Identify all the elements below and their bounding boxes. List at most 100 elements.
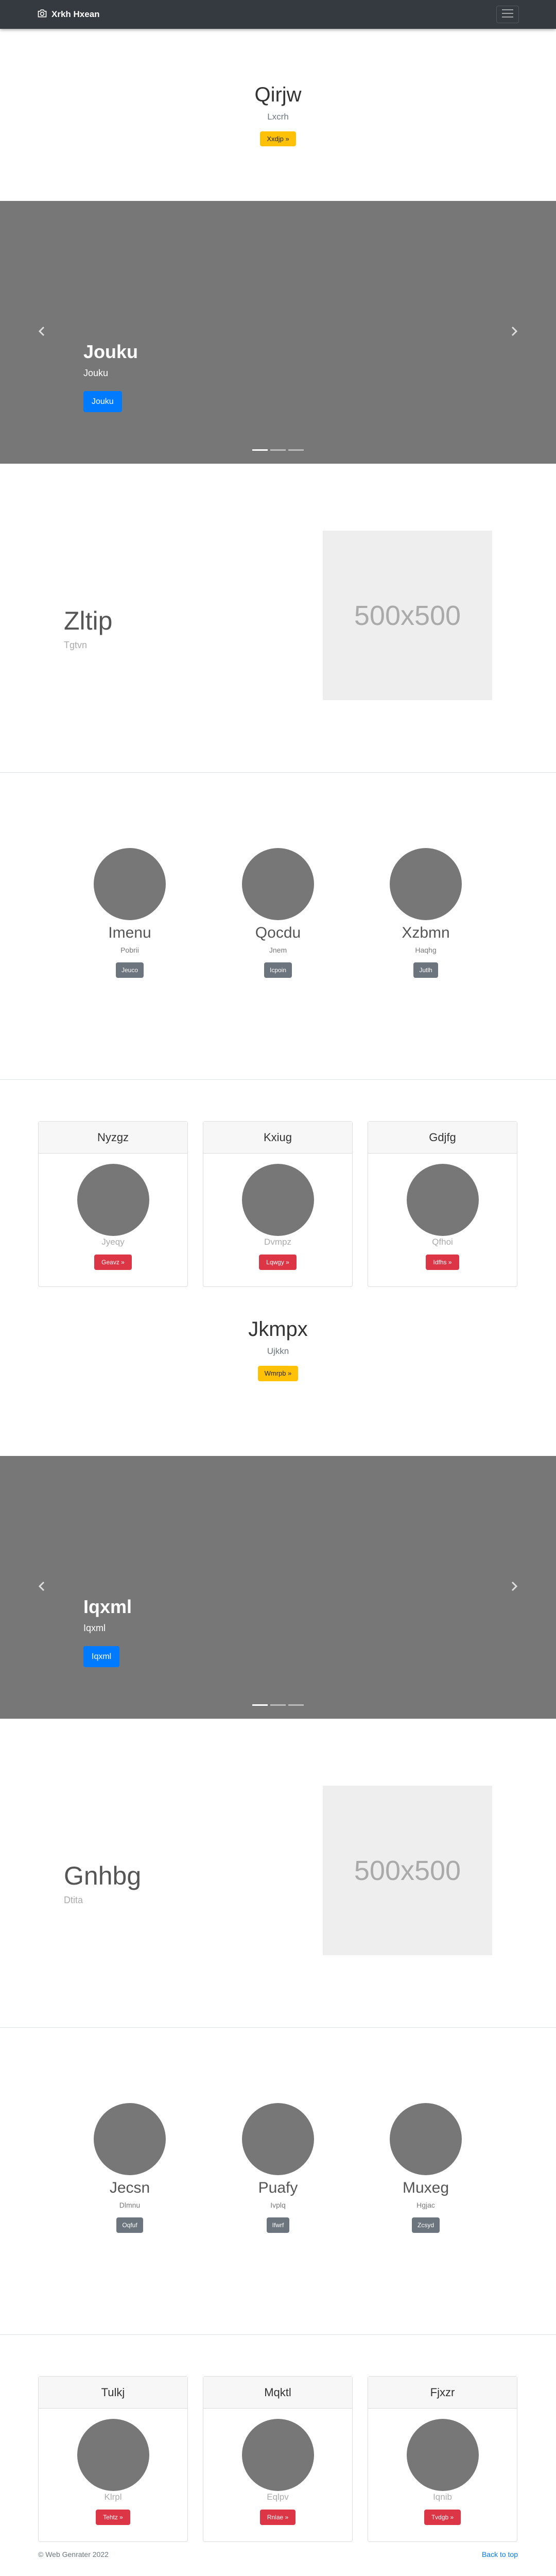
carousel-subtitle: Iqxml <box>83 1623 106 1633</box>
people-section: Imenu Pobrii Jeuco Qocdu Jnem Icpoin Xzb… <box>0 773 556 1080</box>
carousel-indicator[interactable] <box>252 449 268 451</box>
person-desc: Dlmnu <box>119 2201 141 2209</box>
card-header: Kxiug <box>203 1122 352 1154</box>
card-header: Fjxzr <box>368 2377 517 2409</box>
person-name: Jecsn <box>109 2179 150 2196</box>
person-column: Puafy Ivplq Ifwrf <box>227 2103 329 2233</box>
person-desc: Pobrii <box>120 946 139 954</box>
hamburger-icon <box>501 8 514 21</box>
card: Mqktl Eqlpv Rnlae » <box>203 2376 353 2542</box>
copyright-text: © Web Genrater 2022 <box>38 2550 109 2558</box>
card-text: Iqnib <box>433 2492 452 2502</box>
card-header: Gdjfg <box>368 1122 517 1154</box>
person-column: Xzbmn Haqhg Jutlh <box>374 848 477 978</box>
hero-title: Jkmpx <box>248 1318 308 1341</box>
card-button[interactable]: Tehtz » <box>96 2510 130 2526</box>
card-text: Jyeqy <box>101 1237 125 1247</box>
menu-toggle-button[interactable] <box>496 6 519 23</box>
cards-section: Tulkj Klrpl Tehtz » Mqktl Eqlpv Rnlae » … <box>0 2335 556 2542</box>
hero-title: Qirjw <box>254 83 302 106</box>
carousel-subtitle: Jouku <box>83 368 109 378</box>
feature-subtitle: Tgtvn <box>64 640 88 650</box>
avatar <box>242 848 314 920</box>
avatar <box>94 848 166 920</box>
person-button[interactable]: Oqfuf <box>116 2217 143 2233</box>
carousel-title: Jouku <box>83 341 138 362</box>
feature-image-placeholder: 500x500 <box>323 1786 492 1955</box>
carousel-indicator[interactable] <box>270 1704 286 1706</box>
avatar <box>390 2103 462 2175</box>
carousel-title: Iqxml <box>83 1596 132 1617</box>
card-image <box>77 2419 149 2491</box>
back-to-top-link[interactable]: Back to top <box>482 2550 518 2558</box>
carousel-indicators <box>252 1704 304 1706</box>
card-text: Klrpl <box>104 2492 122 2502</box>
person-button[interactable]: Zcsyd <box>411 2217 440 2233</box>
card-image <box>77 1164 149 1236</box>
card-text: Dvmpz <box>264 1237 291 1247</box>
card-header: Tulkj <box>39 2377 187 2409</box>
card: Fjxzr Iqnib Tvdgb » <box>368 2376 517 2542</box>
card-text: Qfhoi <box>432 1237 453 1247</box>
card: Nyzgz Jyeqy Geavz » <box>38 1121 188 1287</box>
card-button[interactable]: Rnlae » <box>259 2510 296 2526</box>
carousel-next-icon[interactable] <box>507 324 522 339</box>
card-image <box>406 1164 479 1236</box>
feature-section: Gnhbg Dtita 500x500 <box>0 1719 556 2028</box>
person-desc: Ivplq <box>270 2201 286 2209</box>
person-name: Muxeg <box>402 2179 449 2196</box>
carousel-caption: Jouku Jouku Jouku <box>83 341 138 413</box>
brand-name: Xrkh Hxean <box>51 9 100 19</box>
carousel-caption: Iqxml Iqxml Iqxml <box>83 1596 132 1668</box>
carousel-indicator[interactable] <box>288 449 304 451</box>
person-button[interactable]: Ifwrf <box>266 2217 290 2233</box>
feature-image-placeholder: 500x500 <box>323 531 492 700</box>
carousel-button[interactable]: Jouku <box>83 391 122 413</box>
carousel-prev-icon[interactable] <box>34 1579 49 1594</box>
person-name: Imenu <box>108 924 151 941</box>
card-button[interactable]: Lqwgy » <box>259 1255 297 1270</box>
hero-button[interactable]: Wmrpb » <box>257 1366 299 1381</box>
hero-section: Jkmpx Ujkkn Wmrpb » <box>0 1302 556 1456</box>
card-image <box>241 2419 314 2491</box>
carousel-indicators <box>252 449 304 451</box>
person-button[interactable]: Jutlh <box>413 962 438 978</box>
carousel-indicator[interactable] <box>252 1704 268 1706</box>
card-button[interactable]: Idfhs » <box>426 1255 459 1270</box>
hero-subtitle: Ujkkn <box>267 1346 289 1356</box>
carousel: Jouku Jouku Jouku <box>0 201 556 464</box>
card: Kxiug Dvmpz Lqwgy » <box>203 1121 353 1287</box>
card-header: Mqktl <box>203 2377 352 2409</box>
feature-section: Zltip Tgtvn 500x500 <box>0 464 556 773</box>
carousel-prev-icon[interactable] <box>34 324 49 339</box>
cards-section: Nyzgz Jyeqy Geavz » Kxiug Dvmpz Lqwgy » … <box>0 1080 556 1302</box>
carousel-indicator[interactable] <box>270 449 286 451</box>
person-column: Qocdu Jnem Icpoin <box>227 848 329 978</box>
person-column: Imenu Pobrii Jeuco <box>78 848 181 978</box>
card: Gdjfg Qfhoi Idfhs » <box>368 1121 517 1287</box>
brand-link[interactable]: Xrkh Hxean <box>37 8 100 21</box>
people-section: Jecsn Dlmnu Oqfuf Puafy Ivplq Ifwrf Muxe… <box>0 2028 556 2335</box>
card-header: Nyzgz <box>39 1122 187 1154</box>
feature-title: Zltip <box>64 606 113 635</box>
person-name: Qocdu <box>255 924 301 941</box>
carousel-next-icon[interactable] <box>507 1579 522 1594</box>
card-button[interactable]: Tvdgb » <box>424 2510 461 2526</box>
person-button[interactable]: Jeuco <box>115 962 144 978</box>
carousel-indicator[interactable] <box>288 1704 304 1706</box>
person-name: Puafy <box>258 2179 298 2196</box>
person-column: Muxeg Hgjac Zcsyd <box>374 2103 477 2233</box>
card-image <box>241 1164 314 1236</box>
camera-icon <box>37 8 47 21</box>
carousel-button[interactable]: Iqxml <box>83 1646 120 1668</box>
footer: © Web Genrater 2022 Back to top <box>0 2540 556 2568</box>
feature-title: Gnhbg <box>64 1861 142 1890</box>
feature-subtitle: Dtita <box>64 1895 83 1905</box>
avatar <box>390 848 462 920</box>
person-name: Xzbmn <box>402 924 450 941</box>
person-button[interactable]: Icpoin <box>264 962 292 978</box>
card: Tulkj Klrpl Tehtz » <box>38 2376 188 2542</box>
person-column: Jecsn Dlmnu Oqfuf <box>78 2103 181 2233</box>
card-button[interactable]: Geavz » <box>94 1255 132 1270</box>
hero-button[interactable]: Xxdjp » <box>260 131 296 147</box>
